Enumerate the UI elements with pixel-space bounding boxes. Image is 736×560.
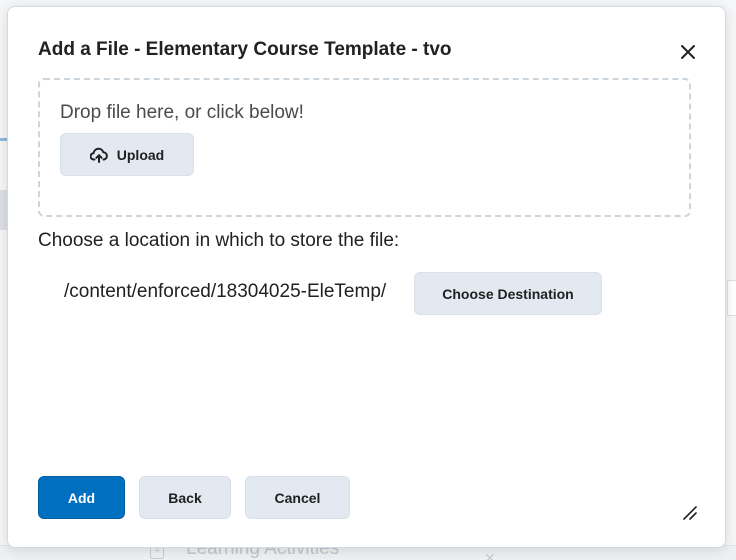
upload-button-label: Upload (116, 146, 165, 163)
destination-path: /content/enforced/18304025-EleTemp/ (64, 281, 387, 302)
close-icon (681, 45, 695, 59)
close-button[interactable] (675, 39, 701, 65)
dialog-title: Add a File - Elementary Course Template … (38, 39, 452, 60)
background-right-panel (727, 280, 736, 316)
file-drop-zone[interactable]: Drop file here, or click below! Upload (38, 78, 691, 217)
add-button[interactable]: Add (38, 476, 125, 519)
choose-destination-button[interactable]: Choose Destination (414, 272, 602, 315)
add-file-dialog: Add a File - Elementary Course Template … (7, 6, 726, 548)
back-button-label: Back (168, 489, 202, 506)
back-button[interactable]: Back (139, 476, 231, 519)
background-close-icon: ✕ (484, 550, 496, 560)
resize-handle[interactable] (682, 505, 698, 521)
cloud-upload-icon (89, 147, 108, 163)
add-button-label: Add (67, 489, 96, 506)
resize-handle-icon (683, 506, 697, 520)
choose-destination-label: Choose Destination (442, 285, 574, 302)
drop-zone-text: Drop file here, or click below! (60, 102, 304, 123)
location-label: Choose a location in which to store the … (38, 230, 400, 251)
upload-button[interactable]: Upload (60, 133, 194, 176)
cancel-button-label: Cancel (274, 489, 321, 506)
cancel-button[interactable]: Cancel (245, 476, 350, 519)
